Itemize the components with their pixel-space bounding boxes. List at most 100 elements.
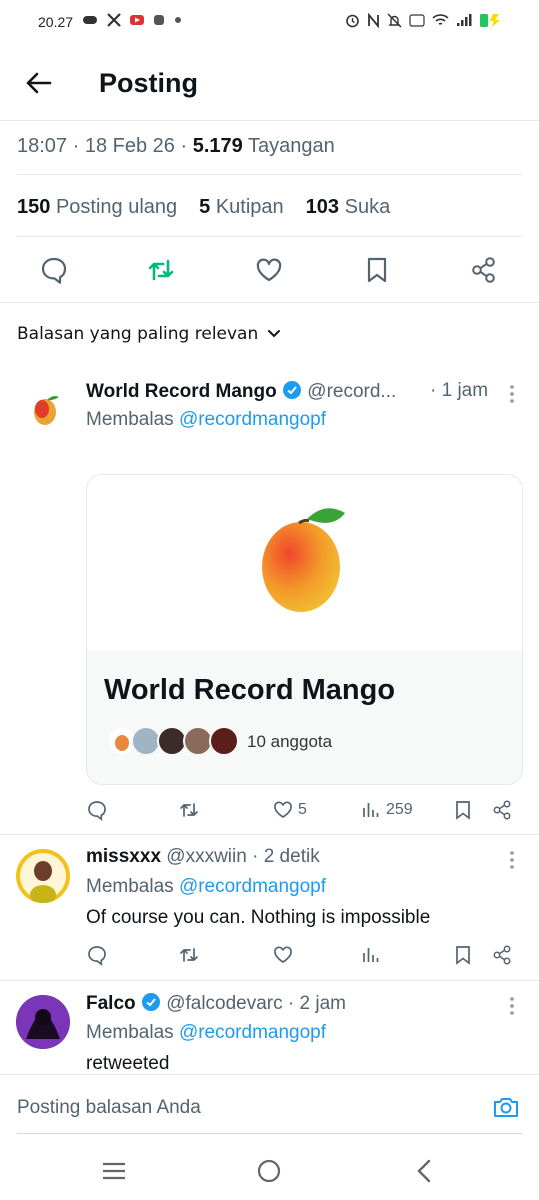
post-stats: 150 Posting ulang 5 Kutipan 103 Suka	[17, 196, 390, 219]
avatar[interactable]	[16, 849, 70, 903]
more-options-button[interactable]	[502, 848, 522, 872]
repost-icon	[180, 803, 198, 817]
verified-badge-icon	[141, 993, 160, 1011]
bookmark-icon	[367, 257, 387, 283]
repost-button[interactable]	[146, 255, 176, 285]
back-button[interactable]	[20, 64, 58, 102]
display-name[interactable]: World Record Mango	[86, 381, 277, 402]
more-options-button[interactable]	[502, 382, 522, 406]
likes-label: Suka	[344, 196, 391, 218]
heart-icon	[274, 946, 292, 963]
game-controller-icon	[83, 16, 97, 24]
avatar[interactable]	[16, 995, 70, 1049]
system-back-button[interactable]	[412, 1158, 436, 1184]
more-options-button[interactable]	[502, 994, 522, 1018]
repost-button[interactable]	[178, 798, 200, 822]
avatar	[209, 726, 239, 756]
verified-badge-icon	[283, 381, 301, 399]
share-button[interactable]	[491, 943, 513, 967]
camera-button[interactable]	[492, 1093, 520, 1121]
more-vertical-icon	[510, 997, 514, 1015]
post-meta: 18:07 · 18 Feb 26 · 5.179 Tayangan	[17, 135, 335, 157]
reposts-count: 150	[17, 196, 51, 218]
reply-button[interactable]	[39, 255, 69, 285]
action-divider	[0, 302, 539, 303]
user-photo	[16, 995, 70, 1049]
status-time: 20.27	[38, 14, 74, 30]
avatar[interactable]	[24, 384, 78, 438]
recent-apps-button[interactable]	[100, 1160, 128, 1182]
user-photo	[20, 853, 66, 903]
reply-button[interactable]	[86, 943, 108, 967]
replying-to-link[interactable]: @recordmangopf	[179, 409, 326, 430]
menu-lines-icon	[103, 1162, 125, 1180]
home-button[interactable]	[256, 1158, 282, 1184]
reply-divider	[0, 980, 539, 981]
reply-time: · 2 detik	[252, 846, 320, 867]
reply-header: missxxx @xxxwiin · 2 detik	[86, 846, 320, 868]
bookmark-button[interactable]	[362, 255, 392, 285]
analytics-icon	[363, 803, 379, 817]
more-vertical-icon	[510, 851, 514, 869]
share-button[interactable]	[469, 255, 499, 285]
comment-icon	[88, 946, 106, 966]
reply-text: Of course you can. Nothing is impossible	[86, 907, 431, 928]
alarm-icon	[346, 14, 359, 27]
reply-input[interactable]: Posting balasan Anda	[17, 1097, 201, 1119]
replying-to: Membalas @recordmangopf	[86, 409, 327, 430]
status-right-icons	[345, 12, 503, 28]
share-icon	[493, 945, 511, 965]
system-nav-bar	[0, 1140, 539, 1200]
repost-icon	[180, 948, 198, 962]
mango-image	[262, 508, 345, 612]
bookmark-button[interactable]	[452, 943, 474, 967]
nfc-icon	[368, 12, 379, 28]
member-count: 10 anggota	[247, 732, 333, 751]
reply-button[interactable]	[86, 798, 108, 822]
quotes-label: Kutipan	[215, 196, 284, 218]
home-circle-icon	[257, 1159, 281, 1183]
replies-sort-selector[interactable]: Balasan yang paling relevan	[17, 324, 282, 344]
likes-stat[interactable]: 103 Suka	[306, 196, 391, 219]
views-count: 259	[386, 801, 413, 818]
camera-icon	[494, 1098, 518, 1117]
like-button[interactable]: 5	[272, 798, 307, 822]
comment-icon	[88, 801, 106, 821]
reply-text: retweeted	[86, 1053, 170, 1074]
status-left-icons	[82, 13, 182, 27]
bookmark-icon	[456, 946, 470, 965]
bookmark-button[interactable]	[452, 798, 474, 822]
bookmark-icon	[456, 801, 470, 820]
chevron-left-icon	[417, 1159, 431, 1183]
chevron-down-icon	[268, 330, 281, 338]
display-name[interactable]: missxxx	[86, 846, 161, 867]
analytics-icon	[363, 948, 379, 962]
community-title: World Record Mango	[104, 674, 396, 706]
reply-engagement-bar	[86, 941, 526, 971]
reply-composer: Posting balasan Anda	[0, 1074, 539, 1136]
sort-label: Balasan yang paling relevan	[17, 324, 259, 344]
arrow-left-icon	[26, 72, 52, 94]
comment-icon	[41, 257, 67, 284]
reply-input-underline	[17, 1133, 522, 1134]
wifi-icon	[432, 14, 449, 25]
quotes-stat[interactable]: 5 Kutipan	[199, 196, 284, 219]
views-button[interactable]: 259	[360, 798, 413, 822]
views-count: 5.179	[192, 135, 243, 157]
repost-button[interactable]	[178, 943, 200, 967]
replying-to-link[interactable]: @recordmangopf	[179, 876, 326, 897]
more-vertical-icon	[510, 385, 514, 403]
share-button[interactable]	[491, 798, 513, 822]
app-notification-icon	[154, 15, 164, 25]
heart-icon	[274, 801, 292, 818]
like-button[interactable]	[254, 255, 284, 285]
reposts-stat[interactable]: 150 Posting ulang	[17, 196, 177, 219]
reply-header: Falco @falcodevarc · 2 jam	[86, 992, 346, 1015]
like-button[interactable]	[272, 943, 294, 967]
reply-time: · 2 jam	[287, 993, 346, 1014]
views-button[interactable]	[360, 943, 382, 967]
replying-to-link[interactable]: @recordmangopf	[179, 1022, 326, 1043]
display-name[interactable]: Falco	[86, 993, 136, 1014]
community-card[interactable]: World Record Mango 10 anggota	[86, 474, 523, 785]
page-title: Posting	[99, 68, 198, 98]
